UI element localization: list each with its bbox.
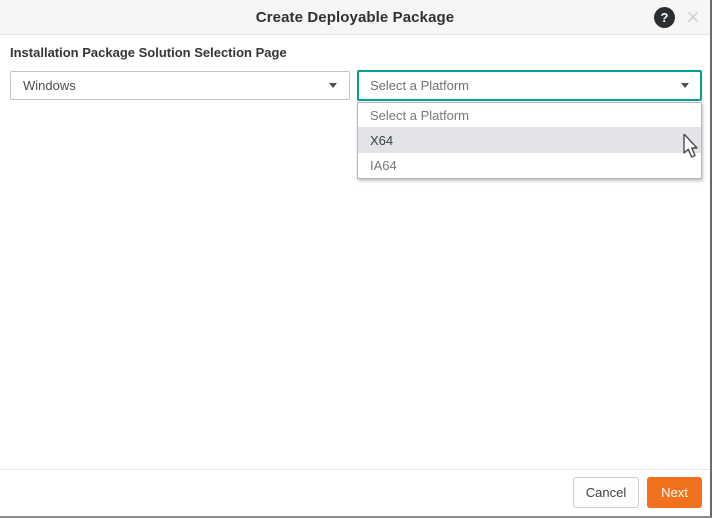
platform-dropdown-list: Select a Platform X64 IA64: [357, 102, 702, 179]
platform-select-value: Select a Platform: [370, 78, 469, 93]
dialog-header: Create Deployable Package ? ×: [0, 0, 710, 35]
dropdown-option-select-a-platform[interactable]: Select a Platform: [358, 103, 701, 128]
header-icons: ? ×: [654, 0, 704, 35]
platform-select[interactable]: Select a Platform: [357, 70, 702, 101]
dropdown-option-x64[interactable]: X64: [358, 128, 701, 153]
chevron-down-icon: [681, 83, 689, 88]
os-select[interactable]: Windows: [10, 71, 350, 100]
os-select-value: Windows: [23, 78, 76, 93]
help-icon[interactable]: ?: [654, 7, 675, 28]
dialog-footer: Cancel Next: [0, 469, 710, 516]
dialog-title: Create Deployable Package: [255, 8, 455, 26]
chevron-down-icon: [329, 83, 337, 88]
page-title: Installation Package Solution Selection …: [10, 45, 287, 60]
create-deployable-package-dialog: Create Deployable Package ? × Installati…: [0, 0, 712, 518]
dropdown-option-ia64[interactable]: IA64: [358, 153, 701, 178]
cancel-button[interactable]: Cancel: [573, 477, 639, 508]
close-icon[interactable]: ×: [682, 6, 704, 30]
next-button[interactable]: Next: [647, 477, 702, 508]
